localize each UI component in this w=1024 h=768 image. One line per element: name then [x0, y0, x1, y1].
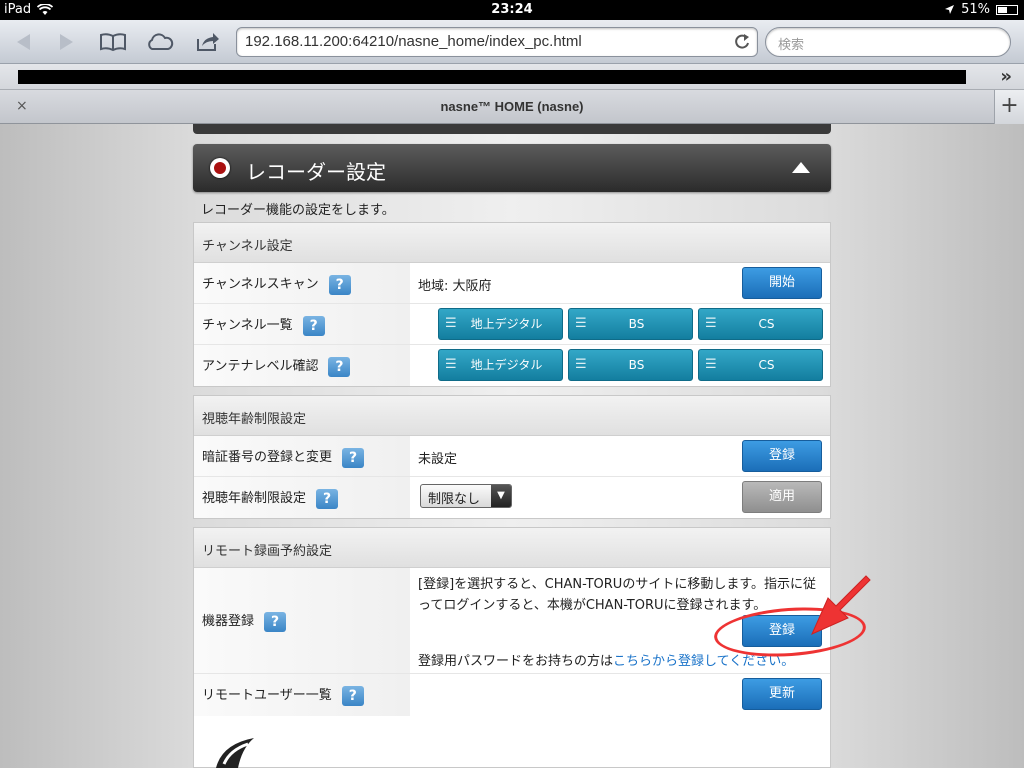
previous-section-header	[193, 124, 831, 134]
help-icon[interactable]: ?	[342, 447, 365, 468]
remote-users-row: リモートユーザー一覧? 更新	[194, 674, 830, 716]
bookmarks-button[interactable]	[98, 28, 128, 56]
refresh-button[interactable]: 更新	[742, 678, 822, 710]
list-icon: ☰	[575, 316, 587, 331]
row-label: リモートユーザー一覧	[202, 688, 332, 703]
antenna-terrestrial-button[interactable]: ☰ 地上デジタル	[438, 349, 563, 381]
icloud-tabs-button[interactable]	[145, 28, 175, 56]
registration-description: [登録]を選択すると、CHAN-TORUのサイトに移動します。指示に従ってログイ…	[418, 577, 817, 613]
browser-toolbar: 192.168.11.200:64210/nasne_home/index_pc…	[0, 20, 1024, 64]
age-limit-row: 視聴年齢制限設定? 制限なし ▼ 適用	[194, 477, 830, 518]
channel-list-bs-button[interactable]: ☰ BS	[568, 308, 693, 340]
antenna-bs-button[interactable]: ☰ BS	[568, 349, 693, 381]
list-icon: ☰	[445, 316, 457, 331]
dropdown-arrow-icon: ▼	[491, 485, 511, 507]
pin-row: 暗証番号の登録と変更? 未設定 登録	[194, 436, 830, 477]
forward-button[interactable]	[52, 28, 82, 56]
help-icon[interactable]: ?	[264, 611, 287, 632]
list-icon: ☰	[575, 357, 587, 372]
redacted-bookmarks	[18, 70, 966, 84]
row-label: チャンネル一覧	[202, 318, 293, 333]
recorder-settings-header[interactable]: レコーダー設定	[193, 144, 831, 192]
channel-settings-group: チャンネル設定 チャンネルスキャン? 地域: 大阪府 開始 チャンネル一覧? ☰…	[193, 222, 831, 387]
help-icon[interactable]: ?	[302, 315, 325, 336]
back-arrow-icon	[17, 34, 30, 50]
group-heading: 視聴年齢制限設定	[194, 396, 830, 436]
antenna-cs-button[interactable]: ☰ CS	[698, 349, 823, 381]
row-label: 暗証番号の登録と変更	[202, 450, 333, 465]
group-heading: リモート録画予約設定	[194, 528, 830, 568]
battery-icon	[996, 4, 1018, 15]
reload-icon[interactable]	[733, 31, 751, 51]
region-value: 地域: 大阪府	[418, 279, 492, 294]
list-icon: ☰	[705, 316, 717, 331]
book-icon	[100, 33, 126, 52]
status-time: 23:24	[491, 2, 533, 17]
list-icon: ☰	[705, 357, 717, 372]
back-button[interactable]	[8, 28, 38, 56]
row-label: アンテナレベル確認	[202, 359, 319, 374]
status-bar: iPad 23:24 51%	[0, 0, 1024, 20]
nasne-logo-icon	[216, 738, 254, 768]
annotation-arrow-icon	[811, 575, 871, 635]
scan-start-button[interactable]: 開始	[742, 267, 822, 299]
battery-percent: 51%	[961, 2, 990, 17]
url-text: 192.168.11.200:64210/nasne_home/index_pc…	[245, 33, 582, 50]
page-content: レコーダー設定 レコーダー機能の設定をします。 チャンネル設定 チャンネルスキャ…	[0, 124, 1024, 768]
help-icon[interactable]: ?	[316, 488, 339, 509]
channel-list-cs-button[interactable]: ☰ CS	[698, 308, 823, 340]
new-tab-button[interactable]: +	[994, 90, 1024, 124]
share-icon	[197, 33, 219, 51]
bookmarks-more-icon[interactable]: »	[1000, 66, 1012, 87]
age-restriction-group: 視聴年齢制限設定 暗証番号の登録と変更? 未設定 登録 視聴年齢制限設定? 制限…	[193, 395, 831, 519]
collapse-triangle-icon[interactable]	[792, 162, 810, 173]
row-label: チャンネルスキャン	[202, 277, 319, 292]
age-limit-select[interactable]: 制限なし ▼	[420, 484, 512, 508]
tab-bar: × nasne™ HOME (nasne) +	[0, 90, 1024, 124]
section-title: レコーダー設定	[246, 160, 386, 184]
row-label: 機器登録	[202, 614, 255, 629]
pin-register-button[interactable]: 登録	[742, 440, 822, 472]
group-heading: チャンネル設定	[194, 223, 830, 263]
cloud-icon	[148, 33, 174, 50]
location-icon	[945, 5, 955, 14]
search-field[interactable]: 検索	[765, 27, 1011, 57]
antenna-level-row: アンテナレベル確認? ☰ 地上デジタル ☰ BS ☰ CS	[194, 345, 830, 386]
channel-scan-row: チャンネルスキャン? 地域: 大阪府 開始	[194, 263, 830, 304]
url-field[interactable]: 192.168.11.200:64210/nasne_home/index_pc…	[236, 27, 758, 57]
list-icon: ☰	[445, 357, 457, 372]
channel-list-terrestrial-button[interactable]: ☰ 地上デジタル	[438, 308, 563, 340]
forward-arrow-icon	[60, 34, 73, 50]
row-label: 視聴年齢制限設定	[202, 491, 307, 506]
help-icon[interactable]: ?	[328, 274, 351, 295]
record-icon	[210, 158, 230, 178]
help-icon[interactable]: ?	[341, 685, 364, 706]
bookmarks-bar: »	[0, 64, 1024, 90]
channel-list-row: チャンネル一覧? ☰ 地上デジタル ☰ BS ☰ CS	[194, 304, 830, 345]
share-button[interactable]	[193, 28, 223, 56]
apply-button[interactable]: 適用	[742, 481, 822, 513]
section-description: レコーダー機能の設定をします。	[201, 203, 395, 218]
help-icon[interactable]: ?	[328, 356, 351, 377]
tab-title[interactable]: nasne™ HOME (nasne)	[0, 99, 1024, 114]
pin-status: 未設定	[418, 452, 458, 467]
